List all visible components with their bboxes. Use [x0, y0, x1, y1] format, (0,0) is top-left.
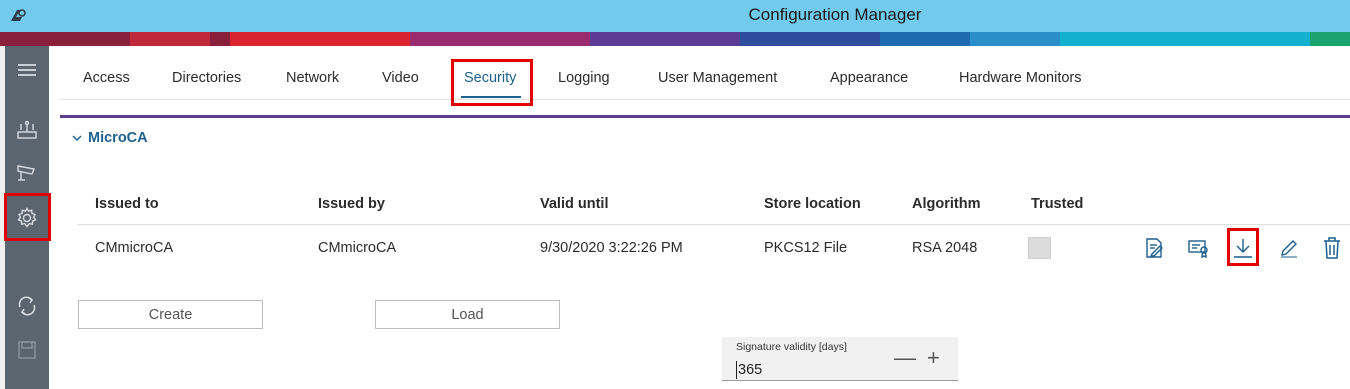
tab-network[interactable]: Network: [286, 70, 339, 86]
cell-issued-by: CMmicroCA: [318, 240, 397, 256]
download-icon[interactable]: [1230, 235, 1256, 261]
delete-icon[interactable]: [1319, 235, 1345, 261]
tab-video[interactable]: Video: [382, 70, 419, 86]
column-header-valid-until: Valid until: [540, 196, 609, 212]
title-bar: Configuration Manager: [0, 0, 1350, 32]
sign-certificate-icon[interactable]: [1141, 235, 1167, 261]
navigation-rail: [5, 46, 49, 389]
trusted-checkbox[interactable]: [1028, 237, 1051, 259]
window-title: Configuration Manager: [748, 5, 922, 24]
tab-user-management[interactable]: User Management: [658, 70, 777, 86]
column-header-issued-by: Issued by: [318, 196, 385, 212]
cell-store-location: PKCS12 File: [764, 240, 848, 256]
signature-validity-label: Signature validity [days]: [736, 341, 847, 353]
column-header-store-location: Store location: [764, 196, 861, 212]
tab-appearance[interactable]: Appearance: [830, 70, 908, 86]
signature-validity-input[interactable]: 365: [736, 361, 762, 379]
brand-color-band: [0, 32, 1350, 46]
column-header-trusted: Trusted: [1031, 196, 1084, 212]
tab-hardware-monitors[interactable]: Hardware Monitors: [959, 70, 1082, 86]
section-title: MicroCA: [88, 130, 148, 146]
load-button[interactable]: Load: [375, 300, 560, 329]
active-tab-indicator: [461, 96, 521, 98]
section-divider: [60, 115, 1350, 118]
tab-logging[interactable]: Logging: [558, 70, 610, 86]
column-header-issued-to: Issued to: [95, 196, 159, 212]
tab-access[interactable]: Access: [83, 70, 130, 86]
tab-directories[interactable]: Directories: [172, 70, 241, 86]
refresh-icon[interactable]: [5, 288, 49, 324]
cell-issued-to: CMmicroCA: [95, 240, 174, 256]
create-button[interactable]: Create: [78, 300, 263, 329]
increment-button[interactable]: +: [927, 347, 940, 369]
column-header-algorithm: Algorithm: [912, 196, 981, 212]
signature-validity-stepper: Signature validity [days] 365 — +: [722, 337, 958, 381]
save-icon[interactable]: [5, 332, 49, 368]
cell-algorithm: RSA 2048: [912, 240, 978, 256]
settings-icon[interactable]: [5, 200, 49, 236]
edit-icon[interactable]: [1276, 235, 1302, 261]
certificate-icon[interactable]: [1186, 235, 1212, 261]
tab-security[interactable]: Security: [464, 70, 516, 86]
decrement-button[interactable]: —: [894, 347, 916, 369]
microca-section-header[interactable]: MicroCA: [72, 130, 148, 146]
cameras-icon[interactable]: [5, 154, 49, 190]
cell-valid-until: 9/30/2020 3:22:26 PM: [540, 240, 683, 256]
tab-bar: Access Directories Network Video Securit…: [60, 58, 1350, 100]
chevron-down-icon: [72, 130, 82, 146]
menu-icon[interactable]: [5, 52, 49, 88]
devices-icon[interactable]: [5, 112, 49, 148]
table-header-divider: [78, 224, 1350, 225]
